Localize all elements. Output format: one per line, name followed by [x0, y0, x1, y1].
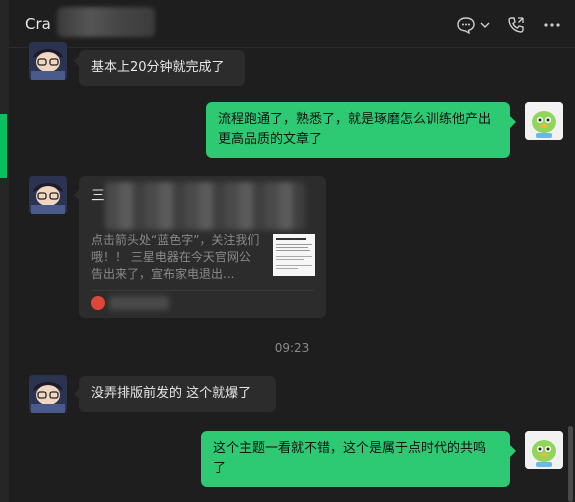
blurred-article-title [105, 182, 305, 230]
my-avatar[interactable] [525, 102, 563, 140]
chat-bubble-icon[interactable] [456, 15, 476, 35]
left-sidebar-strip [0, 0, 9, 502]
message-bubble-outgoing[interactable]: 这个主题一看就不错，这个是属于点时代的共鸣了 [201, 431, 510, 487]
article-card[interactable]: 三 点击箭头处“蓝色字”，关注我们哦！！ 三星电器在今天官网公告出来了，宣布家电… [79, 176, 326, 318]
scrollbar[interactable] [568, 426, 573, 502]
bubble-tail [510, 116, 516, 128]
contact-avatar[interactable] [29, 176, 67, 214]
message-bubble-incoming[interactable]: 基本上20分钟就完成了 [79, 50, 245, 86]
bubble-tail [510, 445, 516, 457]
my-avatar[interactable] [525, 431, 563, 469]
chat-header: Cra [9, 0, 575, 48]
message-bubble-incoming[interactable]: 没弄排版前发的 这个就爆了 [79, 376, 276, 412]
chevron-down-icon[interactable] [479, 15, 491, 35]
phone-icon[interactable] [506, 15, 526, 35]
active-chat-indicator [0, 114, 7, 178]
contact-avatar[interactable] [29, 42, 67, 80]
message-bubble-outgoing[interactable]: 流程跑通了，熟悉了，就是琢磨怎么训练他产出更高品质的文章了 [206, 102, 510, 158]
blurred-source-name [109, 296, 169, 310]
card-divider [91, 290, 314, 291]
article-description: 点击箭头处“蓝色字”，关注我们哦！！ 三星电器在今天官网公告出来了，宣布家电退出… [91, 233, 260, 281]
blurred-title-region [57, 7, 155, 37]
contact-avatar[interactable] [29, 375, 67, 413]
account-logo-icon [91, 296, 105, 310]
message-list[interactable]: 基本上20分钟就完成了 流程跑通了，熟悉了，就是琢磨怎么训练他产出更高品质的文章… [9, 42, 575, 502]
message-timestamp: 09:23 [274, 341, 310, 355]
more-icon[interactable] [542, 15, 562, 35]
chat-title: Cra [25, 15, 51, 33]
article-thumbnail [273, 234, 315, 276]
